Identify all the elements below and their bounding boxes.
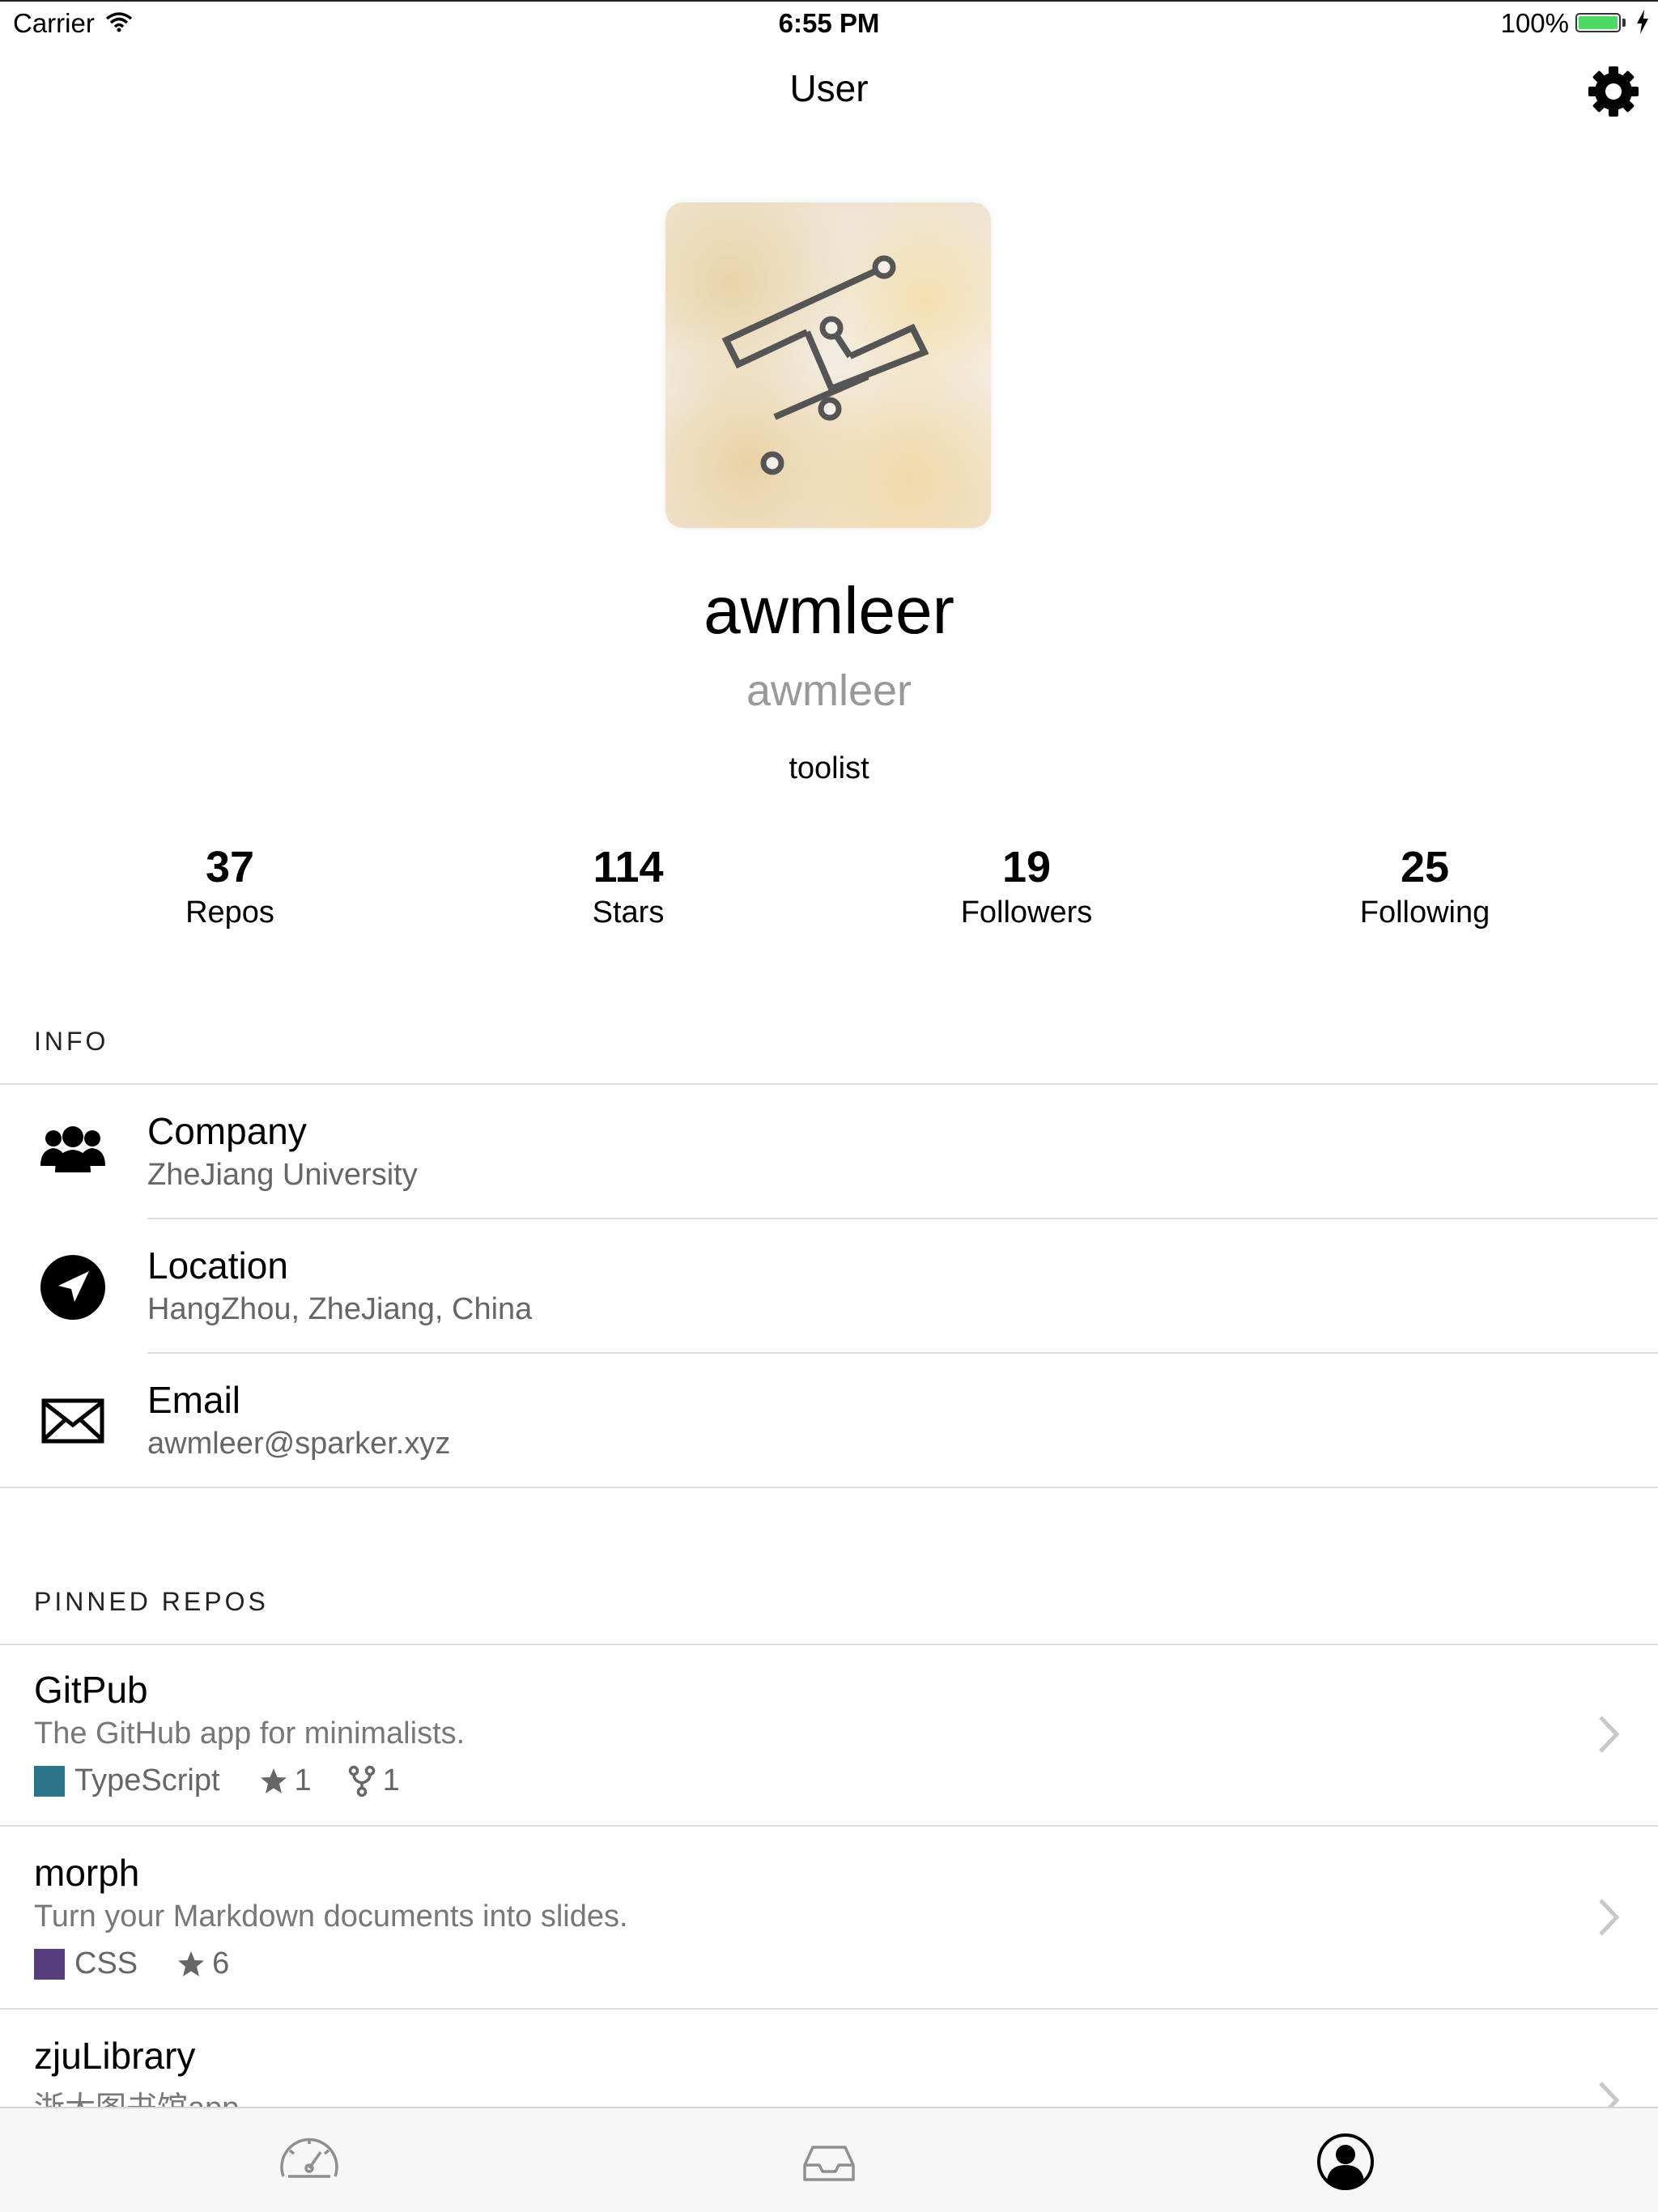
status-bar: Carrier 6:55 PM 100% bbox=[0, 0, 1658, 45]
charging-bolt-icon bbox=[1637, 10, 1648, 34]
battery-tip bbox=[1622, 19, 1626, 27]
chevron-right-icon bbox=[1599, 1716, 1620, 1753]
divider bbox=[147, 1352, 1658, 1354]
repo-language: TypeScript bbox=[74, 1763, 220, 1797]
stat-following[interactable]: 25 Following bbox=[1263, 842, 1587, 930]
stat-label: Following bbox=[1359, 895, 1490, 929]
repo-language: CSS bbox=[74, 1946, 138, 1980]
stat-count: 19 bbox=[1001, 843, 1052, 891]
repo-meta: TypeScript 1 1 bbox=[34, 1763, 400, 1798]
repo-stars: 6 bbox=[212, 1946, 230, 1980]
repo-description: Turn your Markdown documents into slides… bbox=[34, 1899, 628, 1933]
stat-stars[interactable]: 114 Stars bbox=[466, 842, 790, 930]
gear-icon[interactable] bbox=[1585, 63, 1642, 120]
info-value-company: ZheJiang University bbox=[147, 1158, 418, 1192]
stat-followers[interactable]: 19 Followers bbox=[865, 842, 1188, 930]
profile-name: awmleer bbox=[704, 574, 954, 648]
info-value-email[interactable]: awmleer@sparker.xyz bbox=[147, 1427, 450, 1461]
logo-avatar bbox=[721, 255, 929, 475]
stat-count: 25 bbox=[1400, 843, 1450, 891]
repo-stars: 1 bbox=[294, 1763, 312, 1797]
stat-count: 114 bbox=[593, 843, 664, 891]
repo-name: GitPub bbox=[34, 1669, 148, 1711]
language-swatch bbox=[34, 1765, 65, 1797]
stat-label: Stars bbox=[592, 895, 665, 929]
location-arrow-icon bbox=[40, 1255, 105, 1320]
star-icon bbox=[178, 1950, 205, 1976]
language-swatch bbox=[34, 1948, 65, 1980]
profile-login: awmleer bbox=[746, 666, 912, 715]
stat-repos[interactable]: 37 Repos bbox=[68, 842, 392, 930]
repo-meta: CSS 6 bbox=[34, 1946, 229, 1981]
user-profile-icon[interactable] bbox=[1313, 2129, 1378, 2194]
divider bbox=[0, 1487, 1658, 1488]
envelope-icon bbox=[41, 1398, 104, 1444]
profile-bio: toolist bbox=[789, 751, 869, 785]
divider bbox=[147, 1218, 1658, 1219]
stat-label: Repos bbox=[185, 895, 274, 929]
info-title-company: Company bbox=[147, 1110, 307, 1152]
stat-count: 37 bbox=[205, 843, 255, 891]
info-value-location: HangZhou, ZheJiang, China bbox=[147, 1292, 533, 1326]
repo-description: The GitHub app for minimalists. bbox=[34, 1716, 466, 1750]
clock: 6:55 PM bbox=[778, 8, 880, 38]
star-icon bbox=[260, 1767, 287, 1793]
avatar bbox=[665, 202, 991, 528]
info-title-email: Email bbox=[147, 1379, 241, 1421]
page-title: User bbox=[789, 67, 869, 109]
battery-percent: 100% bbox=[1500, 8, 1569, 38]
battery-icon bbox=[1575, 13, 1621, 32]
repo-name: zjuLibrary bbox=[34, 2035, 196, 2077]
pinned-section-header: PINNED REPOS bbox=[34, 1587, 269, 1616]
inbox-icon[interactable] bbox=[797, 2129, 861, 2194]
stat-label: Followers bbox=[960, 895, 1093, 929]
info-title-location: Location bbox=[147, 1244, 288, 1287]
chevron-right-icon bbox=[1599, 1899, 1620, 1936]
info-section-header: INFO bbox=[34, 1027, 109, 1056]
fork-icon bbox=[348, 1765, 375, 1797]
people-icon bbox=[40, 1126, 105, 1172]
divider bbox=[0, 1083, 1658, 1085]
repo-forks: 1 bbox=[382, 1763, 400, 1797]
dashboard-icon[interactable] bbox=[277, 2129, 342, 2194]
repo-name: morph bbox=[34, 1852, 140, 1894]
